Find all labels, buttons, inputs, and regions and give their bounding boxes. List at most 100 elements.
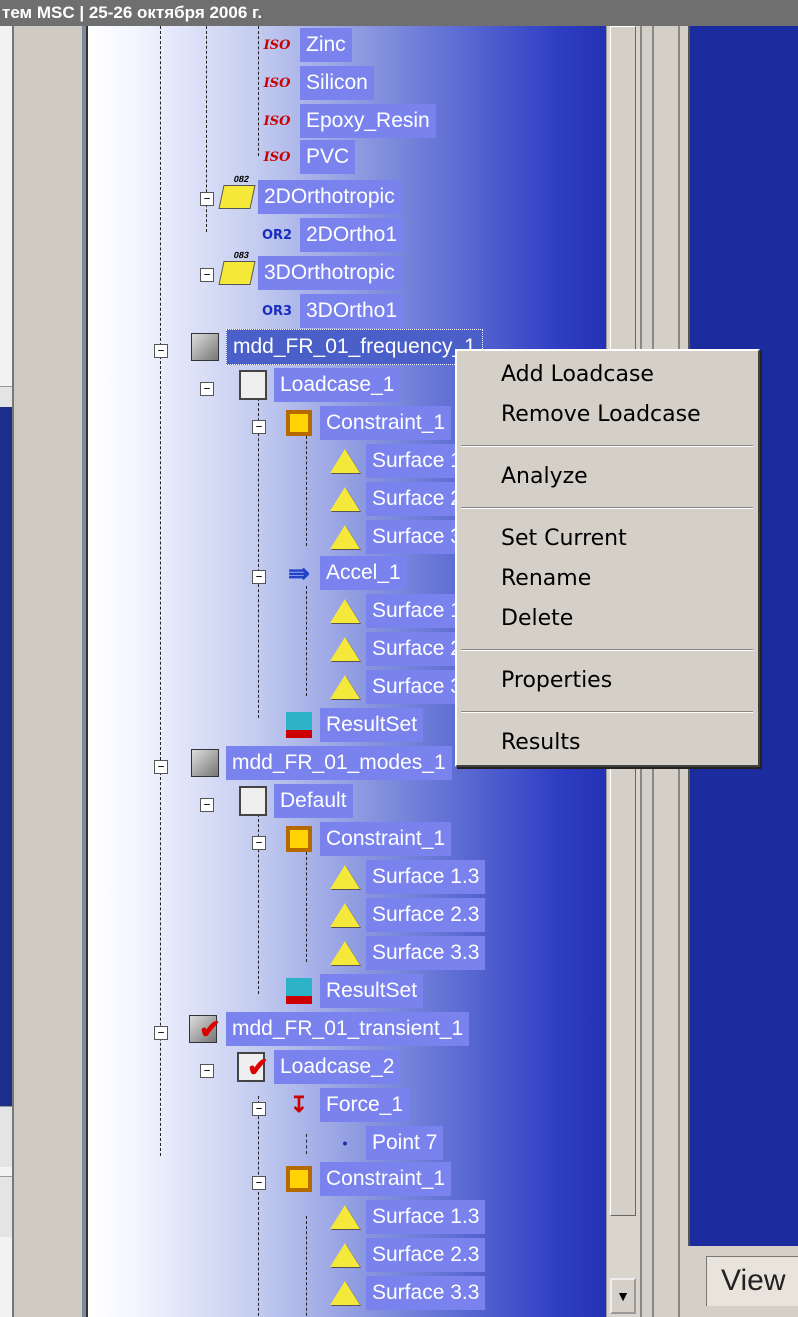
tree-analysis-modes[interactable]: mdd_FR_01_modes_1 — [188, 746, 452, 780]
analysis-icon — [188, 748, 222, 778]
menu-item-analyze[interactable]: Analyze — [457, 459, 757, 495]
expander-toggle[interactable]: − — [252, 570, 266, 584]
scroll-down-button[interactable]: ▼ — [610, 1278, 636, 1314]
constraint-icon — [282, 408, 316, 438]
surface-icon — [328, 446, 362, 476]
tree-loadcase-1[interactable]: Loadcase_1 — [236, 368, 401, 402]
tree-item-label: Default — [274, 784, 353, 818]
menu-separator — [461, 445, 753, 447]
tree-item-label: Surface 1.3 — [366, 860, 486, 894]
expander-toggle[interactable]: − — [200, 382, 214, 396]
surface-icon — [328, 522, 362, 552]
tree-item-label: 2DOrthotropic — [258, 180, 401, 214]
force-icon: ↧ — [289, 1092, 309, 1117]
surface-icon — [328, 484, 362, 514]
tree-item-label: Surface 1.3 — [366, 1200, 486, 1234]
tree-folder-3d-orthotropic[interactable]: 083 3DOrthotropic — [218, 250, 401, 290]
or2-material-icon: OR2 — [261, 227, 293, 243]
left-toolbar-cell — [0, 386, 12, 407]
menu-item-results[interactable]: Results — [457, 725, 757, 761]
point-icon: • — [342, 1135, 348, 1151]
tree-connector — [306, 586, 307, 696]
tree-force[interactable]: ↧ Force_1 — [282, 1088, 410, 1122]
tree-accel[interactable]: ⇛ Accel_1 — [282, 556, 407, 590]
tree-analysis-frequency[interactable]: mdd_FR_01_frequency_1 — [188, 329, 483, 365]
expander-toggle[interactable]: − — [154, 1026, 168, 1040]
tree-surface[interactable]: Surface 3.3 — [328, 936, 486, 970]
expander-toggle[interactable]: − — [252, 420, 266, 434]
tree-item-label: Loadcase_2 — [274, 1050, 401, 1084]
expander-toggle[interactable]: − — [200, 1064, 214, 1078]
menu-separator — [461, 649, 753, 651]
tree-item-material[interactable]: ISO Silicon — [258, 66, 374, 100]
menu-item-delete[interactable]: Delete — [457, 601, 757, 637]
menu-item-properties[interactable]: Properties — [457, 663, 757, 699]
menu-item-add-loadcase[interactable]: Add Loadcase — [457, 357, 757, 393]
tree-item-label: Constraint_1 — [320, 406, 452, 440]
expander-toggle[interactable]: − — [252, 1176, 266, 1190]
tree-item-ortho3d[interactable]: OR3 3DOrtho1 — [258, 294, 404, 328]
left-viewport-edge — [0, 26, 12, 1317]
tree-surface[interactable]: Surface 2.3 — [328, 898, 486, 932]
folder-tag: 083 — [232, 250, 250, 260]
expander-toggle[interactable]: − — [200, 268, 214, 282]
tree-item-material[interactable]: ISO Zinc — [258, 28, 352, 62]
tree-item-ortho2d[interactable]: OR2 2DOrtho1 — [258, 218, 404, 252]
tree-constraint[interactable]: Constraint_1 — [282, 406, 452, 440]
expander-toggle[interactable]: − — [252, 836, 266, 850]
tree-constraint[interactable]: Constraint_1 — [282, 1162, 452, 1196]
tree-connector — [258, 1096, 259, 1317]
tree-item-label: Point 7 — [366, 1126, 444, 1160]
tree-item-label: Constraint_1 — [320, 1162, 452, 1196]
tree-resultset[interactable]: ResultSet — [282, 708, 424, 742]
surface-icon — [328, 1240, 362, 1270]
tree-surface[interactable]: Surface 1.3 — [328, 860, 486, 894]
tree-item-material[interactable]: ISO PVC — [258, 140, 356, 174]
tree-connector — [306, 1216, 307, 1317]
surface-icon — [328, 938, 362, 968]
tree-item-label: Epoxy_Resin — [300, 104, 436, 138]
menu-separator — [461, 711, 753, 713]
tree-loadcase-default[interactable]: Default — [236, 784, 353, 818]
acceleration-icon: ⇛ — [288, 557, 310, 588]
left-status-cell-2 — [0, 1176, 12, 1237]
tree-item-label: Surface 3.3 — [366, 1276, 486, 1310]
tree-resultset[interactable]: ResultSet — [282, 974, 424, 1008]
panel-gutter — [12, 26, 82, 1317]
resultset-icon — [282, 710, 316, 740]
expander-toggle[interactable]: − — [252, 1102, 266, 1116]
tree-item-label: 3DOrthotropic — [258, 256, 401, 290]
tree-folder-2d-orthotropic[interactable]: 082 2DOrthotropic — [218, 174, 401, 214]
expander-toggle[interactable]: − — [154, 760, 168, 774]
tree-surface[interactable]: Surface 3.3 — [328, 1276, 486, 1310]
left-status-cell — [0, 1106, 12, 1167]
tree-item-material[interactable]: ISO Epoxy_Resin — [258, 104, 436, 138]
constraint-icon — [282, 1164, 316, 1194]
tree-item-label: ResultSet — [320, 708, 424, 742]
context-menu: Add Loadcase Remove Loadcase Analyze Set… — [455, 349, 760, 767]
menu-item-remove-loadcase[interactable]: Remove Loadcase — [457, 397, 757, 433]
view-tab[interactable]: View — [706, 1256, 798, 1306]
tree-connector — [306, 436, 307, 546]
folder-tag: 082 — [232, 174, 250, 184]
tree-item-label: Surface 2.3 — [366, 1238, 486, 1272]
tree-loadcase-2[interactable]: ✔ Loadcase_2 — [236, 1050, 401, 1084]
expander-toggle[interactable]: − — [200, 192, 214, 206]
constraint-icon — [282, 824, 316, 854]
header-title-bar: тем MSC | 25-26 октября 2006 г. — [0, 0, 798, 26]
tree-item-label: Constraint_1 — [320, 822, 452, 856]
tree-point[interactable]: • Point 7 — [328, 1126, 444, 1160]
expander-toggle[interactable]: − — [154, 344, 168, 358]
tree-constraint[interactable]: Constraint_1 — [282, 822, 452, 856]
tree-surface[interactable]: Surface 2.3 — [328, 1238, 486, 1272]
expander-toggle[interactable]: − — [200, 798, 214, 812]
tree-surface[interactable]: Surface 1.3 — [328, 1200, 486, 1234]
menu-item-set-current[interactable]: Set Current — [457, 521, 757, 557]
surface-icon — [328, 1278, 362, 1308]
tree-item-label: 3DOrtho1 — [300, 294, 404, 328]
menu-item-rename[interactable]: Rename — [457, 561, 757, 597]
tree-item-label: mdd_FR_01_frequency_1 — [226, 329, 483, 365]
tree-connector — [306, 852, 307, 962]
surface-icon — [328, 862, 362, 892]
tree-analysis-transient[interactable]: ✔ mdd_FR_01_transient_1 — [188, 1012, 470, 1046]
